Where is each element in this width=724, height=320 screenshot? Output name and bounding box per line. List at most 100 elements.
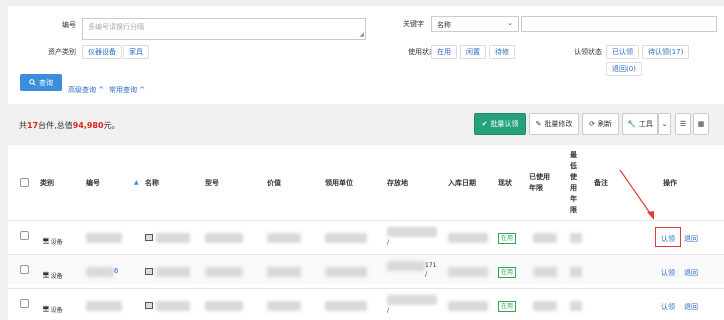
header-remark[interactable]: 备注 — [594, 145, 608, 220]
keyword-field-value: 名称 — [437, 21, 451, 29]
unit-cell — [325, 301, 367, 311]
max-years-cell — [570, 233, 582, 243]
name-cell — [156, 301, 190, 311]
status-label: 使用状态 — [408, 48, 436, 56]
check-icon: ✔ — [481, 120, 488, 128]
price-cell — [267, 233, 301, 243]
name-cell — [156, 233, 190, 243]
summary-count: 17 — [27, 121, 39, 130]
header-type[interactable]: 类别 — [40, 145, 54, 220]
query-button-label: 查询 — [39, 78, 53, 87]
return-link[interactable]: 退回 — [684, 234, 698, 244]
equip-type: 🖥 设备 — [42, 272, 63, 280]
table-row: 🖥 设备 6 171 / 在用 认领 退回 — [8, 254, 724, 284]
max-years-cell — [570, 301, 582, 311]
keyword-label: 关键字 — [403, 20, 424, 28]
id-label: 编号 — [62, 21, 76, 29]
header-date[interactable]: 入库日期 — [448, 145, 476, 220]
grid-icon: ▦ — [697, 120, 705, 128]
claim-option-returned[interactable]: 退回(0) — [606, 62, 642, 76]
status-option-repair[interactable]: 待修 — [489, 45, 515, 59]
location-cell — [387, 295, 437, 305]
monitor-icon: 🖥 — [42, 272, 50, 279]
date-cell — [448, 233, 488, 243]
equip-type: 🖥 设备 — [42, 306, 63, 314]
claim-highlight-box — [655, 227, 681, 247]
category-option-instrument[interactable]: 仪器设备 — [82, 45, 122, 59]
query-button[interactable]: 查询 — [20, 74, 62, 91]
summary-value: 94,980 — [72, 121, 104, 130]
table-row: 🖥 设备 / 在用 认领 退回 — [8, 288, 724, 318]
header-number[interactable]: 编号 ▲ — [86, 145, 139, 220]
category-option-furniture[interactable]: 家具 — [123, 45, 149, 59]
header-ops: 操作 — [663, 178, 677, 187]
date-cell — [448, 301, 488, 311]
summary-text: 共17台件,总值94,980元。 — [19, 121, 120, 130]
id-textarea[interactable]: 多编号请换行分隔 ◢ — [82, 18, 366, 40]
monitor-icon: 🖥 — [42, 306, 50, 313]
location-suffix: / — [387, 307, 390, 314]
list-view-button[interactable]: ☰ — [675, 113, 691, 135]
header-model[interactable]: 型号 — [205, 145, 219, 220]
model-cell — [205, 301, 243, 311]
return-link[interactable]: 退回 — [684, 268, 698, 278]
select-all-checkbox[interactable] — [20, 178, 29, 187]
refresh-button[interactable]: ⟳ 刷新 — [582, 113, 619, 135]
image-icon — [145, 268, 153, 275]
advanced-query-link[interactable]: 高级查询 ^ — [68, 85, 104, 95]
claim-option-pending[interactable]: 待认领(17) — [642, 45, 690, 59]
pencil-icon: ✎ — [535, 120, 542, 128]
tools-dropdown-button[interactable]: ⌄ — [658, 113, 671, 135]
price-cell — [267, 301, 301, 311]
location-cell — [387, 227, 437, 237]
claim-option-claimed[interactable]: 已认领 — [606, 45, 639, 59]
location-suffix: 171 / — [425, 262, 437, 278]
status-badge: 在用 — [498, 301, 517, 312]
grid-view-button[interactable]: ▦ — [693, 113, 709, 135]
model-cell — [205, 233, 243, 243]
number-cell — [86, 267, 114, 277]
chevron-up-icon: ^ — [98, 86, 105, 94]
used-years-cell — [533, 301, 557, 311]
wrench-icon: 🔧 — [627, 120, 636, 128]
common-query-link[interactable]: 常用查询 ^ — [109, 85, 145, 95]
number-cell — [86, 233, 122, 243]
status-badge: 在用 — [498, 267, 517, 278]
resize-handle-icon[interactable]: ◢ — [359, 32, 364, 38]
unit-cell — [325, 267, 367, 277]
keyword-field-select[interactable]: 名称 ⌄ — [431, 16, 519, 32]
batch-edit-button[interactable]: ✎ 批量修改 — [529, 113, 579, 135]
header-name[interactable]: 名称 — [145, 145, 159, 220]
refresh-icon: ⟳ — [589, 120, 595, 128]
status-option-inuse[interactable]: 在用 — [431, 45, 457, 59]
price-cell — [267, 267, 301, 277]
return-link[interactable]: 退回 — [684, 302, 698, 312]
date-cell — [448, 267, 488, 277]
tools-button[interactable]: 🔧 工具 — [622, 113, 658, 135]
header-unit[interactable]: 领用单位 — [325, 145, 353, 220]
arrow-icon — [619, 169, 654, 220]
monitor-icon: 🖥 — [42, 238, 50, 245]
header-max-years[interactable]: 最低使用年限 — [570, 145, 578, 220]
claim-link[interactable]: 认领 — [661, 268, 675, 278]
header-price[interactable]: 价值 — [267, 145, 281, 220]
unit-cell — [325, 233, 367, 243]
status-option-idle[interactable]: 闲置 — [460, 45, 486, 59]
keyword-input[interactable] — [521, 16, 717, 32]
name-cell — [156, 267, 190, 277]
header-location[interactable]: 存放地 — [387, 145, 408, 220]
chevron-down-icon: ⌄ — [507, 19, 513, 27]
category-label: 资产类别 — [48, 48, 76, 56]
number-cell — [86, 301, 122, 311]
batch-claim-button[interactable]: ✔ 批量认领 — [474, 113, 526, 135]
status-badge: 在用 — [498, 233, 517, 244]
max-years-cell — [570, 267, 582, 277]
row-checkbox[interactable] — [20, 231, 29, 240]
header-used-years[interactable]: 已使用年限 — [529, 145, 555, 220]
location-suffix: / — [387, 239, 390, 246]
row-checkbox[interactable] — [20, 299, 29, 308]
number-suffix: 6 — [114, 267, 119, 275]
row-checkbox[interactable] — [20, 265, 29, 274]
claim-link[interactable]: 认领 — [661, 302, 675, 312]
header-status[interactable]: 现状 — [498, 145, 512, 220]
